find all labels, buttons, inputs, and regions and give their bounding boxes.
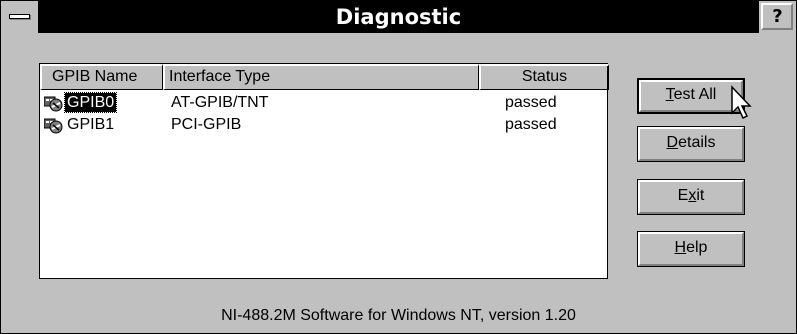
system-menu-bar xyxy=(9,14,30,19)
column-header-gpib-name[interactable]: GPIB Name xyxy=(40,64,163,90)
test-all-button[interactable]: Test All xyxy=(637,78,745,114)
help-label: elp xyxy=(686,239,708,256)
diagnostic-window: Diagnostic ? GPIB Name Interface Type St… xyxy=(0,0,797,334)
interface-type-cell: PCI-GPIB xyxy=(171,116,242,133)
column-header-interface-type[interactable]: Interface Type xyxy=(163,64,479,90)
details-label: etails xyxy=(678,134,716,151)
gpib-name-cell: GPIB0 xyxy=(63,92,118,113)
test-all-label: est All xyxy=(673,86,717,103)
title-bar: Diagnostic ? xyxy=(1,1,796,33)
exit-label-start: E xyxy=(677,187,689,204)
gpib-board-icon xyxy=(44,118,63,134)
details-mnemonic: D xyxy=(666,134,679,151)
exit-label-end: it xyxy=(696,187,705,204)
list-header: GPIB Name Interface Type Status xyxy=(40,64,609,90)
details-button[interactable]: Details xyxy=(637,126,745,162)
system-menu-icon[interactable] xyxy=(1,1,39,33)
column-header-status[interactable]: Status xyxy=(479,64,609,90)
help-icon[interactable]: ? xyxy=(758,1,796,33)
interface-type-cell: AT-GPIB/TNT xyxy=(171,94,269,111)
gpib-name-cell: GPIB1 xyxy=(67,116,115,133)
status-cell: passed xyxy=(505,116,557,133)
list-item[interactable]: GPIB0 AT-GPIB/TNT passed xyxy=(40,92,607,114)
gpib-board-icon xyxy=(44,96,63,112)
mouse-pointer-icon xyxy=(731,85,752,120)
exit-button[interactable]: Exit xyxy=(637,179,745,215)
test-all-mnemonic: T xyxy=(665,86,674,103)
help-mnemonic: H xyxy=(674,239,687,256)
help-button[interactable]: Help xyxy=(637,231,745,267)
interface-list[interactable]: GPIB Name Interface Type Status GPIB0 AT… xyxy=(39,63,609,279)
list-item[interactable]: GPIB1 PCI-GPIB passed xyxy=(40,114,607,136)
status-cell: passed xyxy=(505,94,557,111)
version-footer: NI-488.2M Software for Windows NT, versi… xyxy=(221,307,576,324)
window-title: Diagnostic xyxy=(335,5,462,29)
